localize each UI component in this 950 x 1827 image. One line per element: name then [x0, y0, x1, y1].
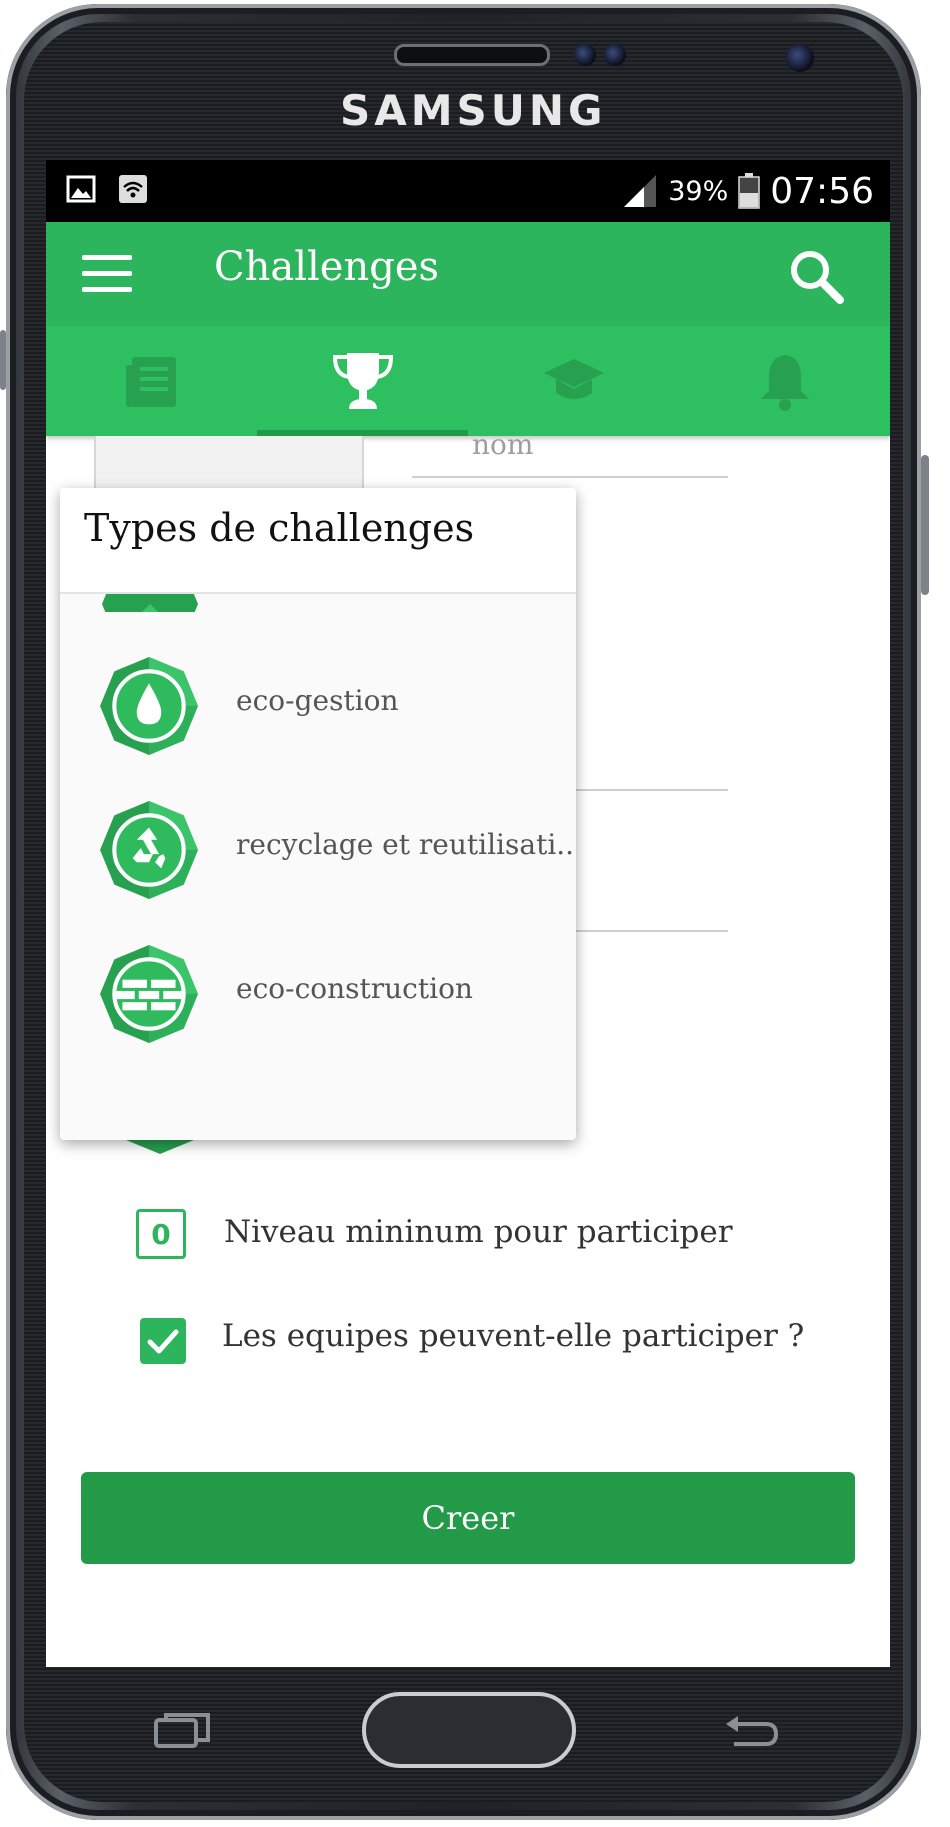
home-button[interactable]	[362, 1692, 576, 1768]
front-camera	[786, 44, 814, 72]
battery-icon	[738, 173, 760, 209]
clock: 07:56	[770, 170, 874, 212]
name-field-underline	[412, 476, 728, 478]
tab-bar	[46, 326, 890, 436]
list-item-eco-gestion[interactable]: eco-gestion	[60, 622, 576, 788]
hamburger-menu-icon[interactable]	[82, 255, 132, 293]
checkmark-icon	[147, 1329, 179, 1354]
graduation-cap-icon	[543, 359, 604, 399]
recycle-icon	[100, 801, 198, 899]
power-button[interactable]	[921, 455, 929, 595]
teams-label: Les equipes peuvent-elle participer ?	[222, 1318, 805, 1354]
app-bar: Challenges	[46, 222, 890, 326]
battery-percent: 39%	[668, 175, 729, 207]
screen: 39% 07:56 Challenges nom 0 Niveau mininu…	[46, 160, 890, 1667]
front-sensor	[604, 44, 626, 66]
tab-challenges[interactable]	[257, 326, 468, 436]
create-button[interactable]: Creer	[81, 1472, 855, 1564]
earpiece-speaker	[394, 44, 550, 66]
back-icon[interactable]	[722, 1712, 782, 1752]
challenge-type-list: eco-gestion recyclage et reutilisati...	[60, 594, 576, 1140]
recent-apps-icon[interactable]	[152, 1712, 212, 1752]
challenge-type-badge-icon	[102, 594, 198, 612]
bell-icon	[760, 355, 809, 411]
tab-news[interactable]	[46, 326, 257, 436]
newspaper-icon	[125, 357, 176, 407]
list-item-recyclage[interactable]: recyclage et reutilisati...	[60, 766, 576, 932]
signal-icon	[624, 175, 657, 207]
brick-wall-icon	[100, 945, 198, 1043]
list-item-label: eco-construction	[236, 972, 473, 1005]
status-bar: 39% 07:56	[46, 160, 890, 222]
page-title: Challenges	[214, 244, 440, 290]
tab-learning[interactable]	[468, 326, 679, 436]
list-item-label: eco-gestion	[236, 684, 399, 717]
image-notification-icon	[66, 175, 96, 203]
volume-button[interactable]	[0, 330, 6, 390]
dialog-title: Types de challenges	[84, 506, 475, 550]
challenge-types-dialog: Types de challenges eco-gestion recyclag…	[60, 488, 576, 1140]
list-item-label: recyclage et reutilisati...	[236, 828, 576, 861]
search-icon[interactable]	[786, 246, 846, 306]
min-level-label: Niveau mininum pour participer	[224, 1214, 733, 1250]
dialog-header: Types de challenges	[60, 488, 576, 594]
name-field-label: nom	[472, 428, 534, 461]
trophy-icon	[332, 353, 393, 409]
list-item-partial[interactable]	[100, 594, 200, 612]
list-item-eco-construction[interactable]: eco-construction	[60, 910, 576, 1076]
wifi-notification-icon	[119, 175, 147, 203]
min-level-input[interactable]: 0	[136, 1209, 186, 1259]
tab-notifications[interactable]	[679, 326, 890, 436]
front-sensor	[574, 44, 596, 66]
brand-logo: SAMSUNG	[340, 86, 607, 135]
water-drop-icon	[100, 657, 198, 755]
teams-checkbox[interactable]	[140, 1318, 186, 1364]
